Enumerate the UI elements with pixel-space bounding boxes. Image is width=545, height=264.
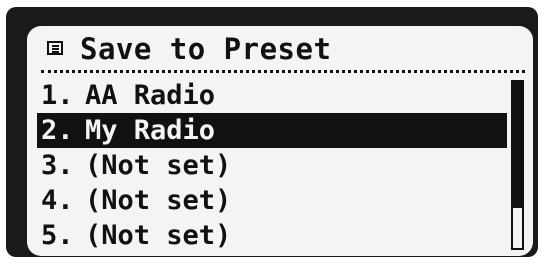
preset-name: My Radio [85,115,216,146]
header-divider [41,70,525,73]
preset-number: 4. [41,185,74,216]
preset-item-2[interactable]: 2. My Radio [37,113,507,148]
preset-name: (Not set) [85,150,232,181]
preset-item-5[interactable]: 5. (Not set) [37,218,507,253]
screen-header: Save to Preset [27,32,533,68]
preset-name: AA Radio [85,80,216,111]
preset-list: 1. AA Radio 2. My Radio 3. (Not set) 4. (Not… [37,78,507,253]
preset-number: 5. [41,220,74,251]
preset-name: (Not set) [85,220,232,251]
preset-item-3[interactable]: 3. (Not set) [37,148,507,183]
lcd-screen: Save to Preset 1. AA Radio 2. My Radio 3. (… [27,26,533,256]
preset-name: (Not set) [85,185,232,216]
page-title: Save to Preset [80,32,332,66]
scrollbar-thumb[interactable] [513,82,522,208]
preset-item-4[interactable]: 4. (Not set) [37,183,507,218]
preset-number: 3. [41,150,74,181]
display-bezel: Save to Preset 1. AA Radio 2. My Radio 3. (… [6,7,538,257]
preset-number: 2. [41,115,74,146]
preset-item-1[interactable]: 1. AA Radio [37,78,507,113]
list-icon [47,41,63,55]
preset-number: 1. [41,80,74,111]
scrollbar[interactable] [511,80,524,250]
